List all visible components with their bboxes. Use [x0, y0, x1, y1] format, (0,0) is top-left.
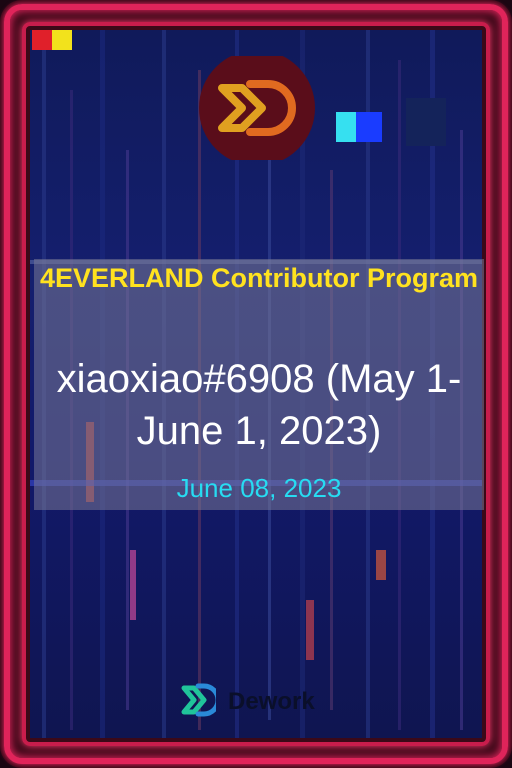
brand-name: Dework: [228, 688, 315, 715]
brand-footer: Dework: [180, 682, 315, 722]
recipient-name: xiaoxiao#6908 (May 1-June 1, 2023): [56, 357, 462, 453]
issue-date: June 08, 2023: [176, 473, 342, 503]
program-title: 4EVERLAND Contributor Program: [39, 263, 479, 293]
dework-brand-icon: [180, 680, 221, 725]
certificate-card: 4EVERLAND Contributor Program xiaoxiao#6…: [0, 0, 512, 768]
dework-logo-icon: [198, 50, 316, 166]
